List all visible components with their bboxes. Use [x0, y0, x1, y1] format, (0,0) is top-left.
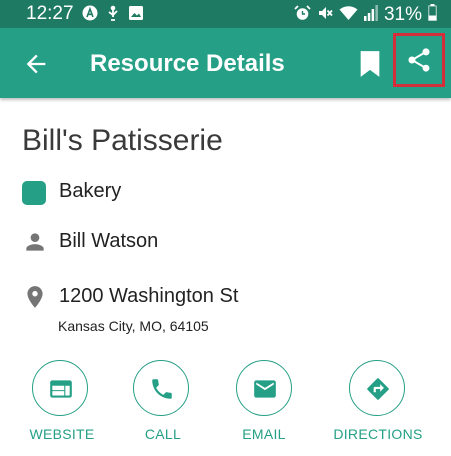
share-icon — [408, 48, 430, 72]
mute-icon — [317, 5, 333, 26]
wifi-icon — [339, 5, 358, 26]
address-line2: Kansas City, MO, 64105 — [58, 318, 209, 334]
category-swatch-icon — [22, 181, 46, 205]
address-line1: 1200 Washington St — [59, 285, 239, 307]
web-icon — [50, 380, 72, 398]
contact-name: Bill Watson — [59, 230, 159, 252]
directions-label: DIRECTIONS — [333, 426, 423, 442]
website-button[interactable]: WEBSITE — [12, 360, 112, 450]
back-button[interactable] — [22, 50, 50, 78]
address-row: 1200 Washington St — [22, 283, 238, 311]
page-title: Resource Details — [90, 50, 285, 77]
signal-icon — [363, 4, 378, 26]
a-circle-icon — [82, 5, 98, 26]
call-button[interactable]: CALL — [113, 360, 213, 450]
image-icon — [128, 5, 144, 26]
usb-person-icon — [106, 5, 120, 26]
category-label: Bakery — [59, 180, 122, 202]
battery-percent: 31% — [383, 4, 422, 25]
directions-button[interactable]: DIRECTIONS — [328, 360, 428, 450]
share-button[interactable] — [393, 33, 445, 87]
call-label: CALL — [144, 426, 182, 442]
category-row: Bakery — [22, 180, 121, 205]
bookmark-button[interactable] — [358, 50, 382, 78]
app-bar: Resource Details — [0, 28, 451, 98]
email-icon — [254, 380, 276, 398]
website-label: WEBSITE — [29, 426, 95, 442]
email-button[interactable]: EMAIL — [214, 360, 314, 450]
contact-row: Bill Watson — [22, 229, 158, 255]
arrow-back-icon — [26, 54, 46, 74]
status-bar: 12:27 31% — [0, 0, 451, 28]
directions-icon — [367, 378, 389, 400]
person-icon — [26, 233, 44, 251]
location-pin-icon — [27, 286, 43, 308]
resource-name: Bill's Patisserie — [22, 124, 223, 157]
bookmark-icon — [360, 51, 380, 77]
battery-icon — [428, 4, 437, 26]
alarm-icon — [294, 4, 311, 26]
email-label: EMAIL — [242, 426, 286, 442]
phone-icon — [152, 379, 172, 399]
status-time: 12:27 — [26, 3, 74, 24]
